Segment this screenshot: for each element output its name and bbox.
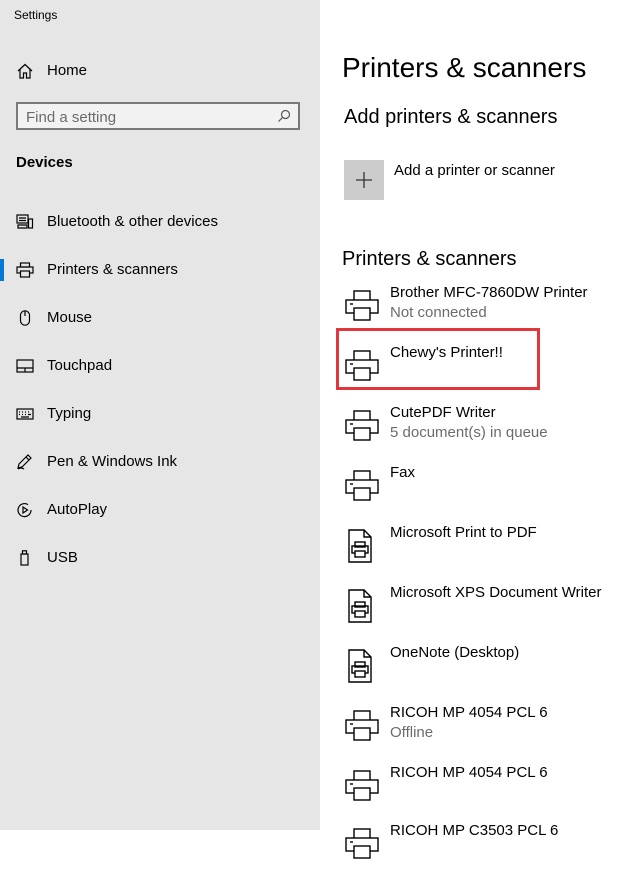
printer-icon xyxy=(344,288,380,324)
printer-item[interactable]: RICOH MP 4054 PCL 6 Offline xyxy=(344,700,629,756)
printer-item[interactable]: Microsoft Print to PDF xyxy=(344,520,629,576)
printer-icon xyxy=(344,348,380,384)
sidebar-item-usb[interactable]: USB xyxy=(0,538,320,578)
search-box[interactable] xyxy=(16,102,300,130)
section-title-devices: Devices xyxy=(16,154,73,171)
sidebar-item-label: Mouse xyxy=(47,309,93,326)
sidebar-item-label: Bluetooth & other devices xyxy=(47,213,218,230)
sidebar-item-printers[interactable]: Printers & scanners xyxy=(0,250,320,290)
page-title: Printers & scanners xyxy=(342,52,587,83)
search-input[interactable] xyxy=(26,107,266,127)
printer-item[interactable]: Chewy's Printer!! xyxy=(344,340,629,396)
sidebar-item-bluetooth[interactable]: Bluetooth & other devices xyxy=(0,202,320,242)
sidebar-item-mouse[interactable]: Mouse xyxy=(0,298,320,338)
printer-name: Brother MFC-7860DW Printer xyxy=(390,284,588,301)
home-nav-item[interactable]: Home xyxy=(0,55,320,87)
add-printer-button[interactable] xyxy=(344,160,384,200)
sidebar-item-label: AutoPlay xyxy=(47,501,108,518)
printer-name: RICOH MP 4054 PCL 6 xyxy=(390,764,548,781)
printer-icon xyxy=(344,468,380,504)
pen-icon xyxy=(16,454,34,470)
printer-name: RICOH MP C3503 PCL 6 xyxy=(390,822,559,839)
printer-name: OneNote (Desktop) xyxy=(390,644,520,661)
home-icon xyxy=(16,62,34,80)
printer-status: Offline xyxy=(390,724,434,741)
printer-status: Not connected xyxy=(390,304,487,321)
printer-icon xyxy=(16,262,34,278)
printer-name: Microsoft Print to PDF xyxy=(390,524,537,541)
autoplay-icon xyxy=(16,502,34,518)
sidebar-item-touchpad[interactable]: Touchpad xyxy=(0,346,320,386)
printers-list-title: Printers & scanners xyxy=(342,248,517,270)
sidebar-item-pen[interactable]: Pen & Windows Ink xyxy=(0,442,320,482)
sidebar-item-label: USB xyxy=(47,549,78,566)
document-printer-icon xyxy=(344,528,380,564)
usb-icon xyxy=(16,550,34,566)
search-icon[interactable] xyxy=(277,109,291,123)
add-section-title: Add printers & scanners xyxy=(344,106,558,128)
home-label: Home xyxy=(47,62,88,79)
sidebar-item-autoplay[interactable]: AutoPlay xyxy=(0,490,320,530)
printer-name: Microsoft XPS Document Writer xyxy=(390,584,602,601)
printer-name: CutePDF Writer xyxy=(390,404,496,421)
printer-icon xyxy=(344,826,380,862)
sidebar-item-label: Touchpad xyxy=(47,357,113,374)
printer-item[interactable]: RICOH MP C3503 PCL 6 xyxy=(344,818,629,874)
document-printer-icon xyxy=(344,588,380,624)
mouse-icon xyxy=(16,310,34,326)
printer-name: Fax xyxy=(390,464,416,481)
sidebar-item-label: Typing xyxy=(47,405,92,422)
printer-item[interactable]: RICOH MP 4054 PCL 6 xyxy=(344,760,629,816)
sidebar-item-typing[interactable]: Typing xyxy=(0,394,320,434)
printer-icon xyxy=(344,708,380,744)
bluetooth-devices-icon xyxy=(16,214,34,230)
plus-icon xyxy=(356,172,372,188)
printer-name: Chewy's Printer!! xyxy=(390,344,503,361)
printer-item[interactable]: OneNote (Desktop) xyxy=(344,640,629,696)
printer-item[interactable]: CutePDF Writer 5 document(s) in queue xyxy=(344,400,629,456)
main-content: Printers & scanners Add printers & scann… xyxy=(320,0,639,859)
printer-item[interactable]: Brother MFC-7860DW Printer Not connected xyxy=(344,280,629,336)
app-title: Settings xyxy=(14,8,58,22)
touchpad-icon xyxy=(16,358,34,374)
sidebar-item-label: Printers & scanners xyxy=(47,261,178,278)
printer-item[interactable]: Microsoft XPS Document Writer xyxy=(344,580,629,636)
printer-name: RICOH MP 4054 PCL 6 xyxy=(390,704,548,721)
sidebar: Settings Home Devices Bluetooth & other … xyxy=(0,0,320,830)
printer-status: 5 document(s) in queue xyxy=(390,424,548,441)
sidebar-item-label: Pen & Windows Ink xyxy=(47,453,178,470)
printer-icon xyxy=(344,768,380,804)
document-printer-icon xyxy=(344,648,380,684)
printer-item[interactable]: Fax xyxy=(344,460,629,516)
keyboard-icon xyxy=(16,406,34,422)
printer-icon xyxy=(344,408,380,444)
add-printer-label[interactable]: Add a printer or scanner xyxy=(394,162,555,179)
